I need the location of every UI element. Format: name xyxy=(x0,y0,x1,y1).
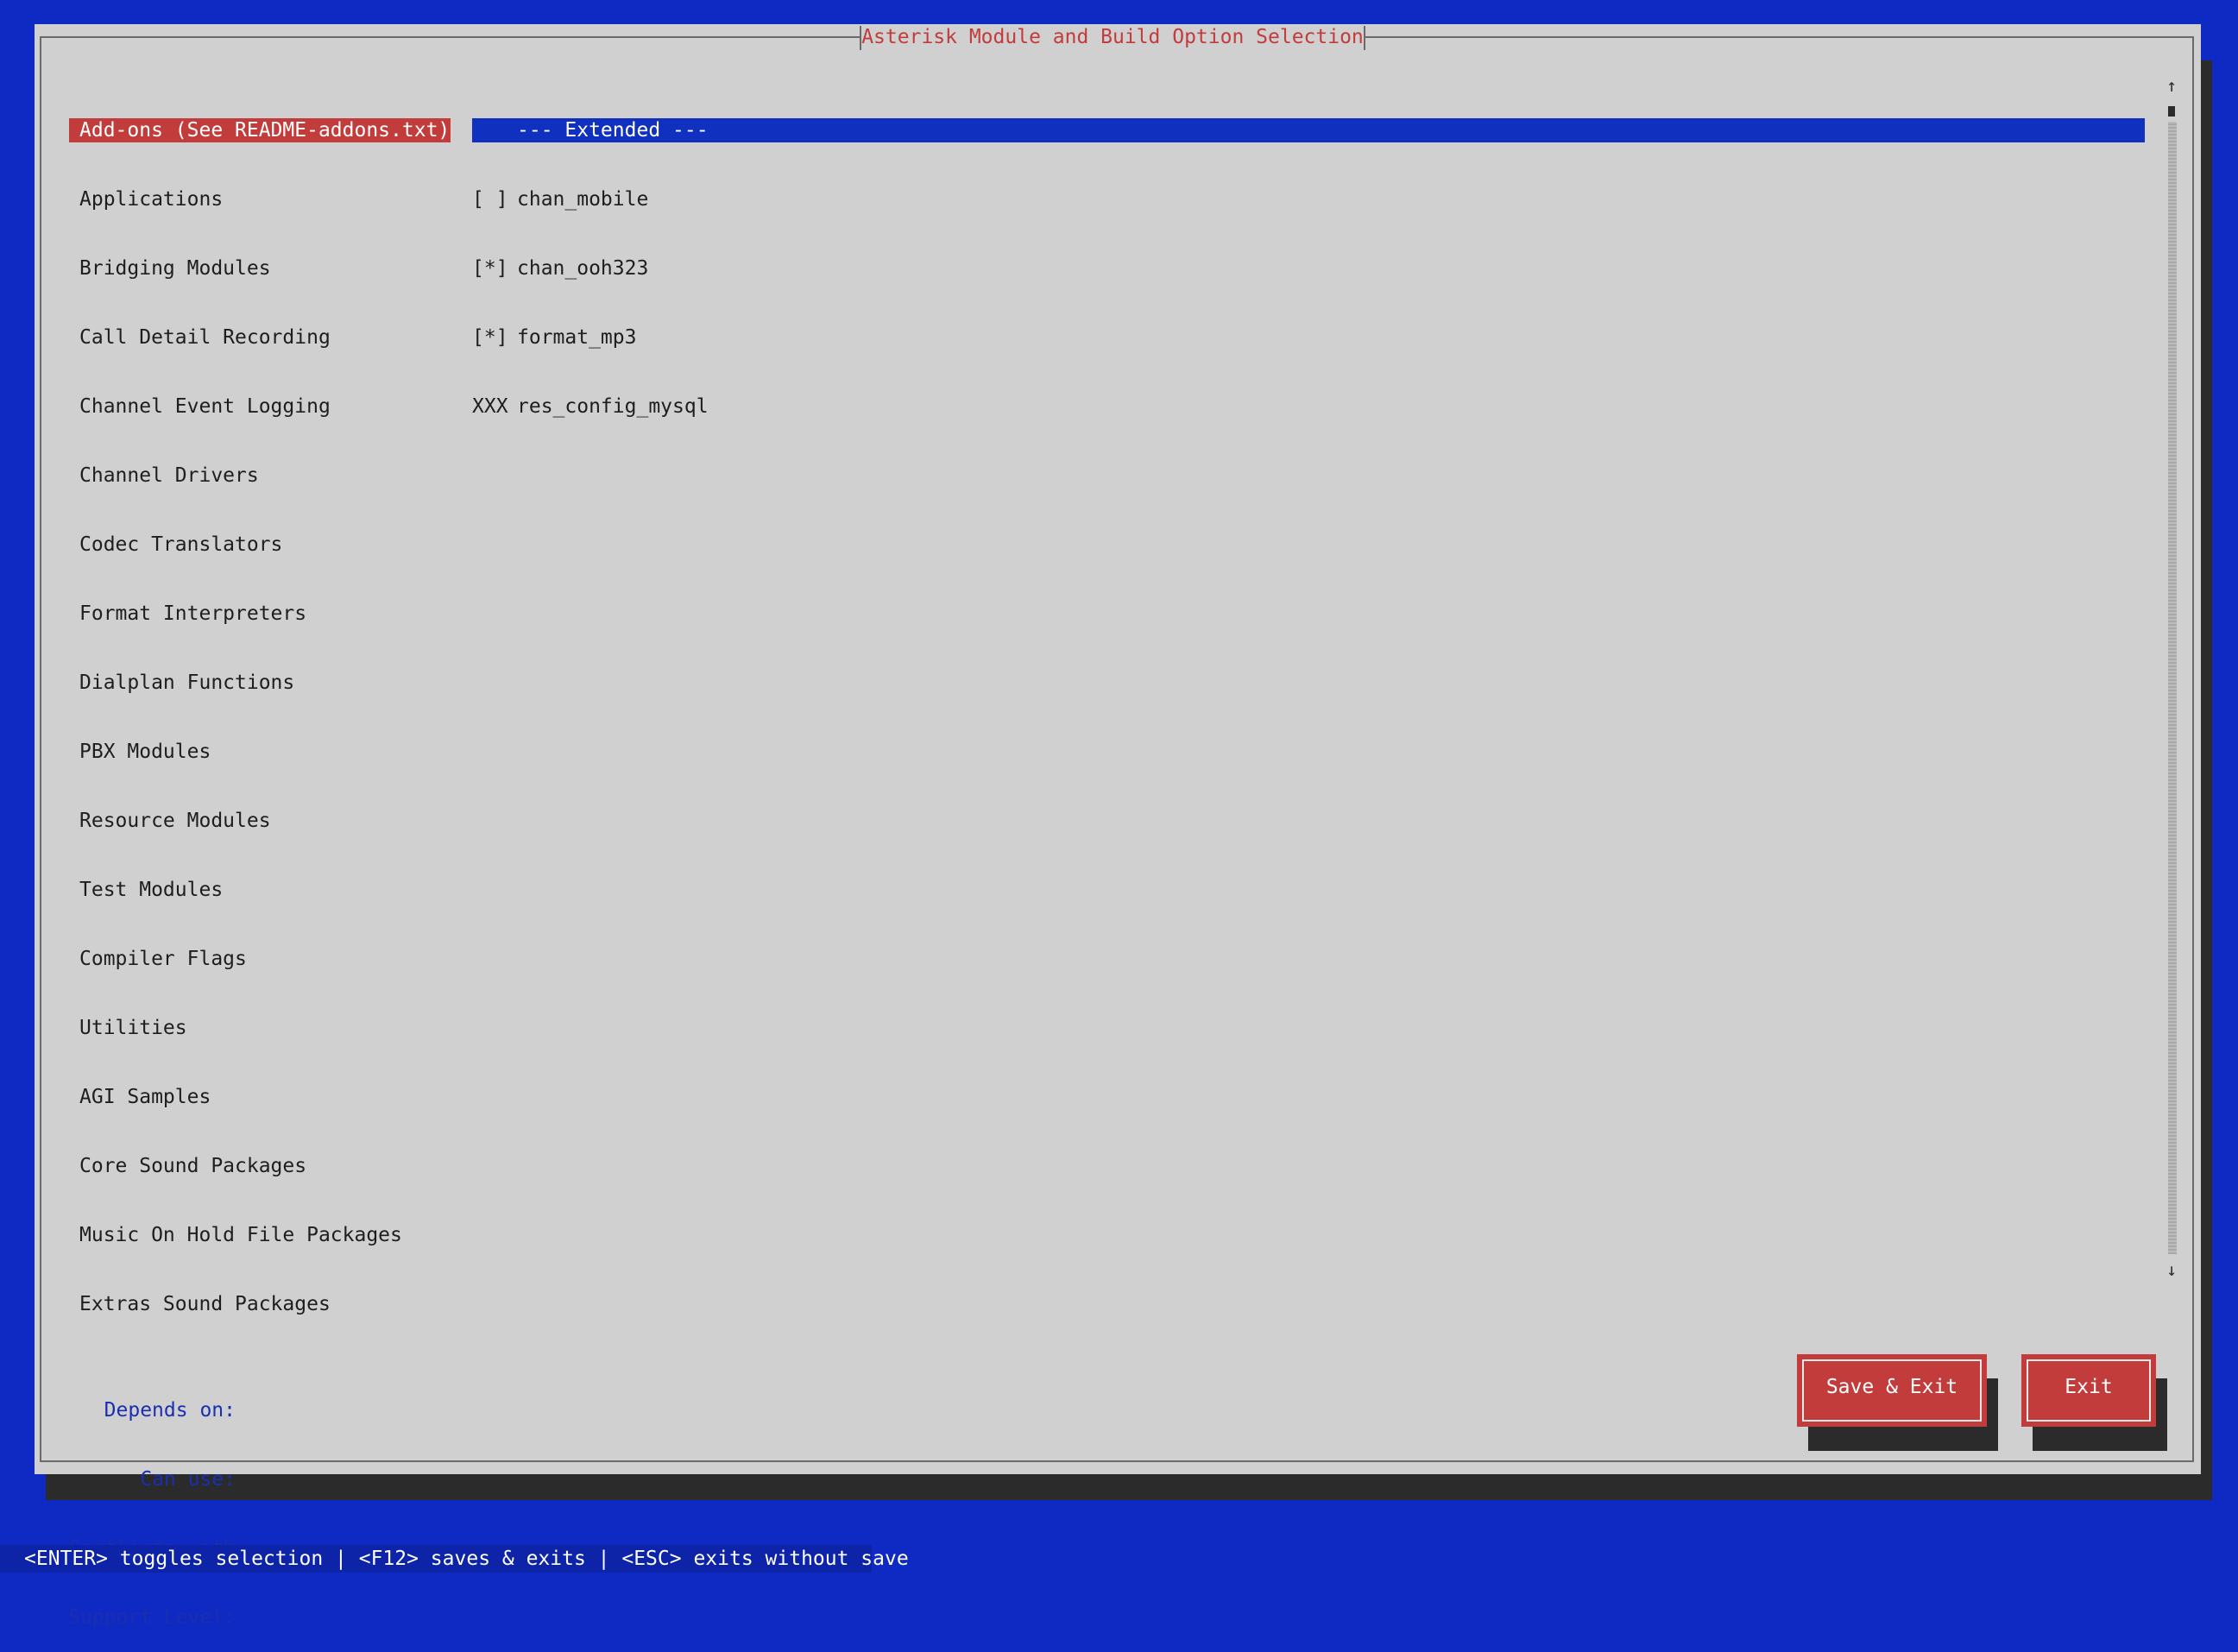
category-item-resource-modules[interactable]: Resource Modules xyxy=(69,809,451,833)
save-exit-button[interactable]: Save & Exit xyxy=(1797,1354,1987,1427)
category-item-pbx-modules[interactable]: PBX Modules xyxy=(69,740,451,764)
can-use-label: Can use: xyxy=(140,1468,236,1491)
support-level-label: Support Level: xyxy=(68,1606,236,1629)
module-checkbox[interactable]: [*] xyxy=(472,325,517,350)
category-item-dialplan-functions[interactable]: Dialplan Functions xyxy=(69,671,451,695)
category-item-test-modules[interactable]: Test Modules xyxy=(69,878,451,902)
category-item-codec-translators[interactable]: Codec Translators xyxy=(69,533,451,557)
category-item-call-detail-recording[interactable]: Call Detail Recording xyxy=(69,325,451,350)
scroll-down-arrow-icon[interactable]: ↓ xyxy=(2162,1258,2181,1282)
category-item-extras-sound-packages[interactable]: Extras Sound Packages xyxy=(69,1292,451,1316)
category-item-applications[interactable]: Applications xyxy=(69,187,451,211)
module-name: chan_mobile xyxy=(517,188,649,211)
depends-on-label: Depends on: xyxy=(104,1399,236,1422)
module-list: --- Extended --- [ ] chan_mobile [*] cha… xyxy=(472,73,2145,441)
module-row-res-config-mysql[interactable]: XXX res_config_mysql xyxy=(472,394,2145,419)
module-name: format_mp3 xyxy=(517,326,637,349)
exit-button-label: Exit xyxy=(2027,1359,2151,1422)
module-row-chan-mobile[interactable]: [ ] chan_mobile xyxy=(472,187,2145,211)
module-row-extended-header[interactable]: --- Extended --- xyxy=(472,118,2145,142)
scroll-up-arrow-icon[interactable]: ↑ xyxy=(2162,73,2181,98)
module-name: res_config_mysql xyxy=(517,395,709,418)
scroll-track[interactable] xyxy=(2168,122,2177,1254)
category-item-music-on-hold-file-packages[interactable]: Music On Hold File Packages xyxy=(69,1223,451,1247)
scroll-thumb[interactable] xyxy=(2168,106,2175,117)
module-checkbox[interactable]: [*] xyxy=(472,256,517,281)
module-mark xyxy=(472,118,517,142)
module-row-format-mp3[interactable]: [*] format_mp3 xyxy=(472,325,2145,350)
scrollbar[interactable]: ↑ ↓ xyxy=(2162,73,2181,1282)
category-item-agi-samples[interactable]: AGI Samples xyxy=(69,1085,451,1109)
category-item-utilities[interactable]: Utilities xyxy=(69,1016,451,1040)
module-name: --- Extended --- xyxy=(517,119,709,142)
category-item-channel-drivers[interactable]: Channel Drivers xyxy=(69,463,451,488)
exit-button[interactable]: Exit xyxy=(2021,1354,2156,1427)
category-item-format-interpreters[interactable]: Format Interpreters xyxy=(69,602,451,626)
category-item-compiler-flags[interactable]: Compiler Flags xyxy=(69,947,451,971)
category-list: Add-ons (See README-addons.txt) Applicat… xyxy=(69,73,451,1339)
status-line-text: <ENTER> toggles selection | <F12> saves … xyxy=(24,1548,909,1570)
module-checkbox[interactable]: [ ] xyxy=(472,187,517,211)
module-name: chan_ooh323 xyxy=(517,257,649,280)
dialog-title: Asterisk Module and Build Option Selecti… xyxy=(860,26,1365,50)
module-info-block: Depends on: Can use: Conflicts with: Sup… xyxy=(68,1353,248,1652)
module-row-chan-ooh323[interactable]: [*] chan_ooh323 xyxy=(472,256,2145,281)
category-item-channel-event-logging[interactable]: Channel Event Logging xyxy=(69,394,451,419)
category-item-add-ons[interactable]: Add-ons (See README-addons.txt) xyxy=(69,118,451,142)
save-exit-button-label: Save & Exit xyxy=(1802,1359,1982,1422)
category-item-bridging-modules[interactable]: Bridging Modules xyxy=(69,256,451,281)
module-unavailable-mark: XXX xyxy=(472,395,508,418)
category-item-core-sound-packages[interactable]: Core Sound Packages xyxy=(69,1154,451,1178)
